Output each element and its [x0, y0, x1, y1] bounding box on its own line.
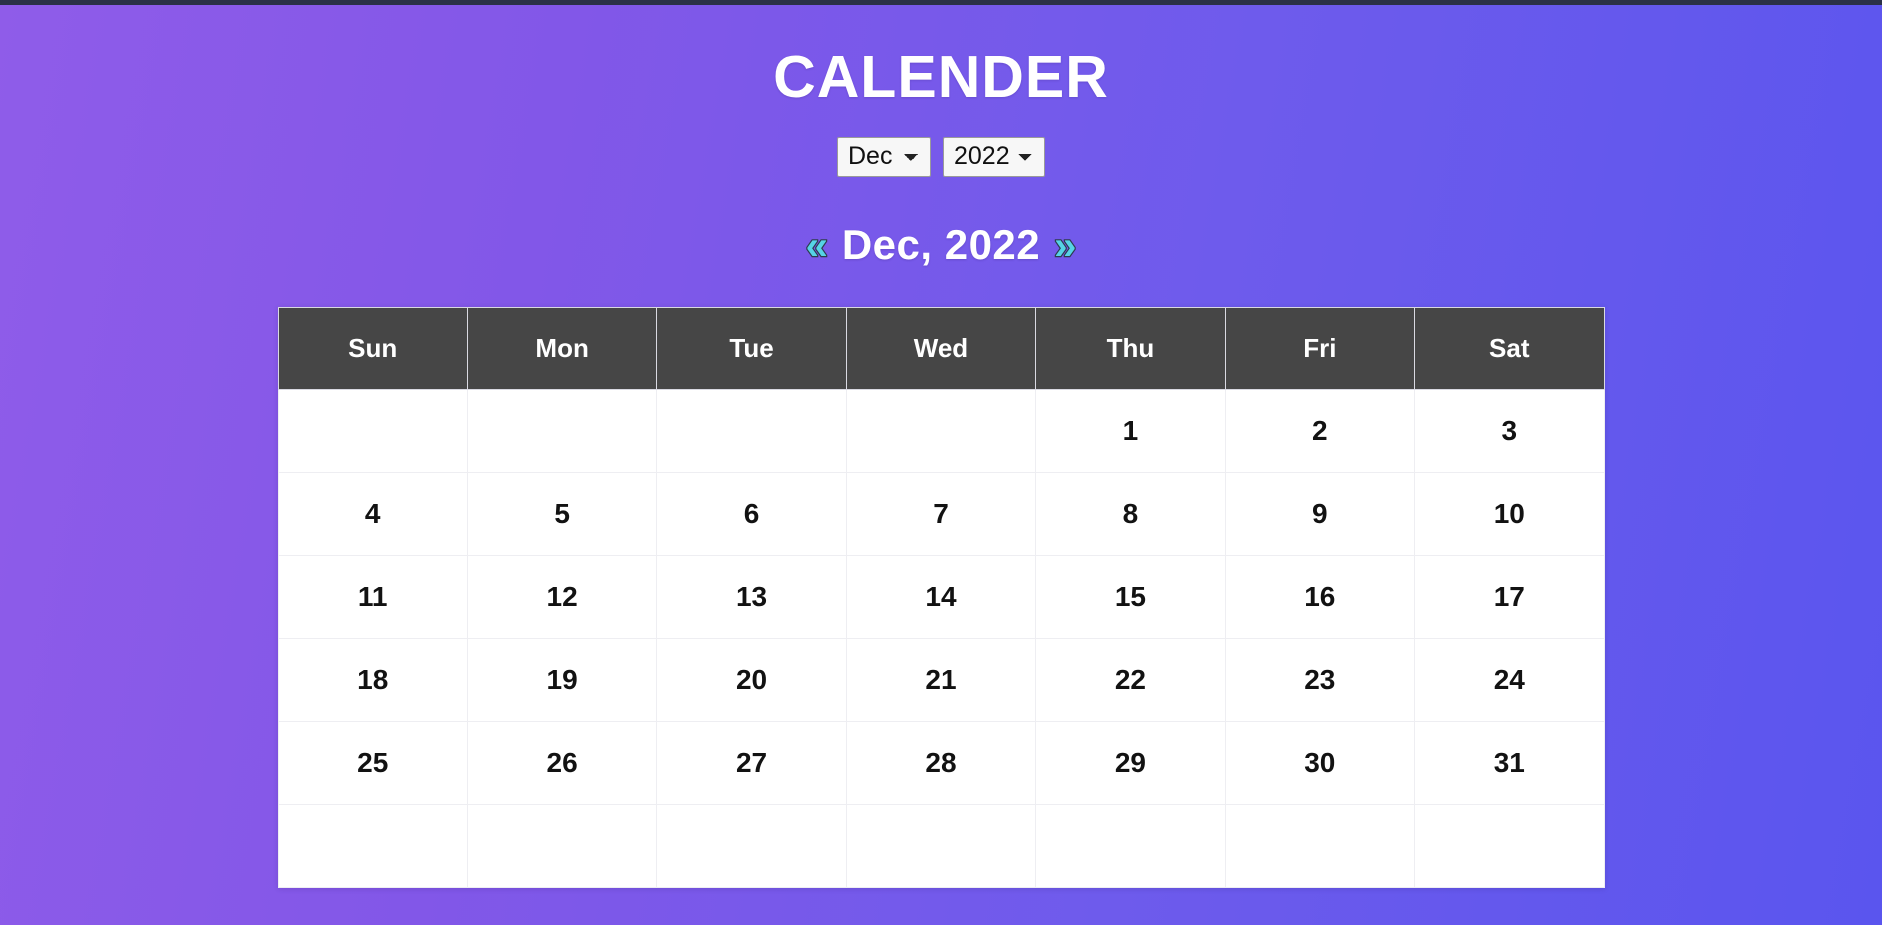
calendar-day-cell[interactable]: 27 — [656, 720, 847, 805]
calendar-container: Sun Mon Tue Wed Thu Fri Sat 1 2 3 4 5 6 7 8 9 10 11 12 13 1… — [0, 306, 1882, 888]
calendar-page: CALENDER JanFebMarAprMayJunJulAugSepOctN… — [0, 5, 1882, 925]
month-navigation: « Dec, 2022 » — [0, 221, 1882, 269]
year-select[interactable]: 20182019202020212022202320242025 — [943, 136, 1045, 177]
calendar-day-cell[interactable]: 15 — [1035, 554, 1226, 639]
weekday-header-fri: Fri — [1224, 306, 1416, 390]
calendar-day-cell[interactable]: 21 — [845, 637, 1037, 722]
calendar-day-cell[interactable]: 25 — [277, 720, 468, 805]
calendar-empty-cell — [277, 388, 468, 473]
calendar-header: Sun Mon Tue Wed Thu Fri Sat — [277, 306, 1605, 390]
calendar-empty-cell — [466, 803, 658, 888]
calendar-empty-cell — [1035, 803, 1226, 888]
month-select[interactable]: JanFebMarAprMayJunJulAugSepOctNovDec — [837, 136, 931, 177]
calendar-table: Sun Mon Tue Wed Thu Fri Sat 1 2 3 4 5 6 7 8 9 10 11 12 13 1… — [277, 306, 1605, 888]
calendar-day-cell[interactable]: 20 — [656, 637, 847, 722]
weekday-header-thu: Thu — [1035, 306, 1226, 390]
calendar-day-cell[interactable]: 9 — [1224, 471, 1416, 556]
calendar-day-cell[interactable]: 28 — [845, 720, 1037, 805]
calendar-week-row: 4 5 6 7 8 9 10 — [277, 471, 1605, 556]
calendar-day-cell[interactable]: 31 — [1414, 720, 1605, 805]
calendar-empty-cell — [277, 803, 468, 888]
calendar-day-cell[interactable]: 22 — [1035, 637, 1226, 722]
calendar-day-cell[interactable]: 24 — [1414, 637, 1605, 722]
calendar-day-cell[interactable]: 18 — [277, 637, 468, 722]
calendar-week-row: 25 26 27 28 29 30 31 — [277, 720, 1605, 805]
calendar-week-row: 11 12 13 14 15 16 17 — [277, 554, 1605, 639]
calendar-day-cell[interactable]: 23 — [1224, 637, 1416, 722]
calendar-week-row: 18 19 20 21 22 23 24 — [277, 637, 1605, 722]
calendar-day-cell[interactable]: 17 — [1414, 554, 1605, 639]
calendar-day-cell[interactable]: 1 — [1035, 388, 1226, 473]
calendar-day-cell[interactable]: 29 — [1035, 720, 1226, 805]
calendar-day-cell[interactable]: 26 — [466, 720, 658, 805]
weekday-header-wed: Wed — [845, 306, 1037, 390]
weekday-header-tue: Tue — [656, 306, 847, 390]
weekday-header-row: Sun Mon Tue Wed Thu Fri Sat — [277, 306, 1605, 390]
weekday-header-sat: Sat — [1414, 306, 1605, 390]
calendar-body: 1 2 3 4 5 6 7 8 9 10 11 12 13 14 15 16 17 18 19 20 21 22 23 24 2… — [277, 388, 1605, 888]
calendar-empty-cell — [656, 803, 847, 888]
calendar-empty-cell — [1224, 803, 1416, 888]
weekday-header-sun: Sun — [277, 306, 468, 390]
calendar-week-row — [277, 803, 1605, 888]
calendar-day-cell[interactable]: 30 — [1224, 720, 1416, 805]
calendar-day-cell[interactable]: 2 — [1224, 388, 1416, 473]
calendar-day-cell[interactable]: 6 — [656, 471, 847, 556]
calendar-week-row: 123 — [277, 388, 1605, 473]
calendar-day-cell[interactable]: 11 — [277, 554, 468, 639]
calendar-day-cell[interactable]: 14 — [845, 554, 1037, 639]
calendar-day-cell[interactable]: 5 — [466, 471, 658, 556]
double-chevron-right-icon[interactable]: » — [1053, 224, 1078, 266]
calendar-day-cell[interactable]: 3 — [1414, 388, 1605, 473]
calendar-day-cell[interactable]: 19 — [466, 637, 658, 722]
calendar-day-cell[interactable]: 10 — [1414, 471, 1605, 556]
calendar-day-cell[interactable]: 8 — [1035, 471, 1226, 556]
date-selector-group: JanFebMarAprMayJunJulAugSepOctNovDec 201… — [0, 136, 1882, 177]
calendar-day-cell[interactable]: 16 — [1224, 554, 1416, 639]
calendar-empty-cell — [845, 803, 1037, 888]
calendar-day-cell[interactable]: 4 — [277, 471, 468, 556]
calendar-day-cell[interactable]: 13 — [656, 554, 847, 639]
calendar-empty-cell — [656, 388, 847, 473]
current-month-label: Dec, 2022 — [841, 220, 1041, 268]
calendar-empty-cell — [1414, 803, 1605, 888]
page-title: CALENDER — [773, 44, 1109, 110]
double-chevron-left-icon[interactable]: « — [804, 224, 829, 266]
weekday-header-mon: Mon — [466, 306, 658, 390]
calendar-day-cell[interactable]: 7 — [845, 471, 1037, 556]
calendar-empty-cell — [845, 388, 1037, 473]
calendar-empty-cell — [466, 388, 658, 473]
calendar-day-cell[interactable]: 12 — [466, 554, 658, 639]
